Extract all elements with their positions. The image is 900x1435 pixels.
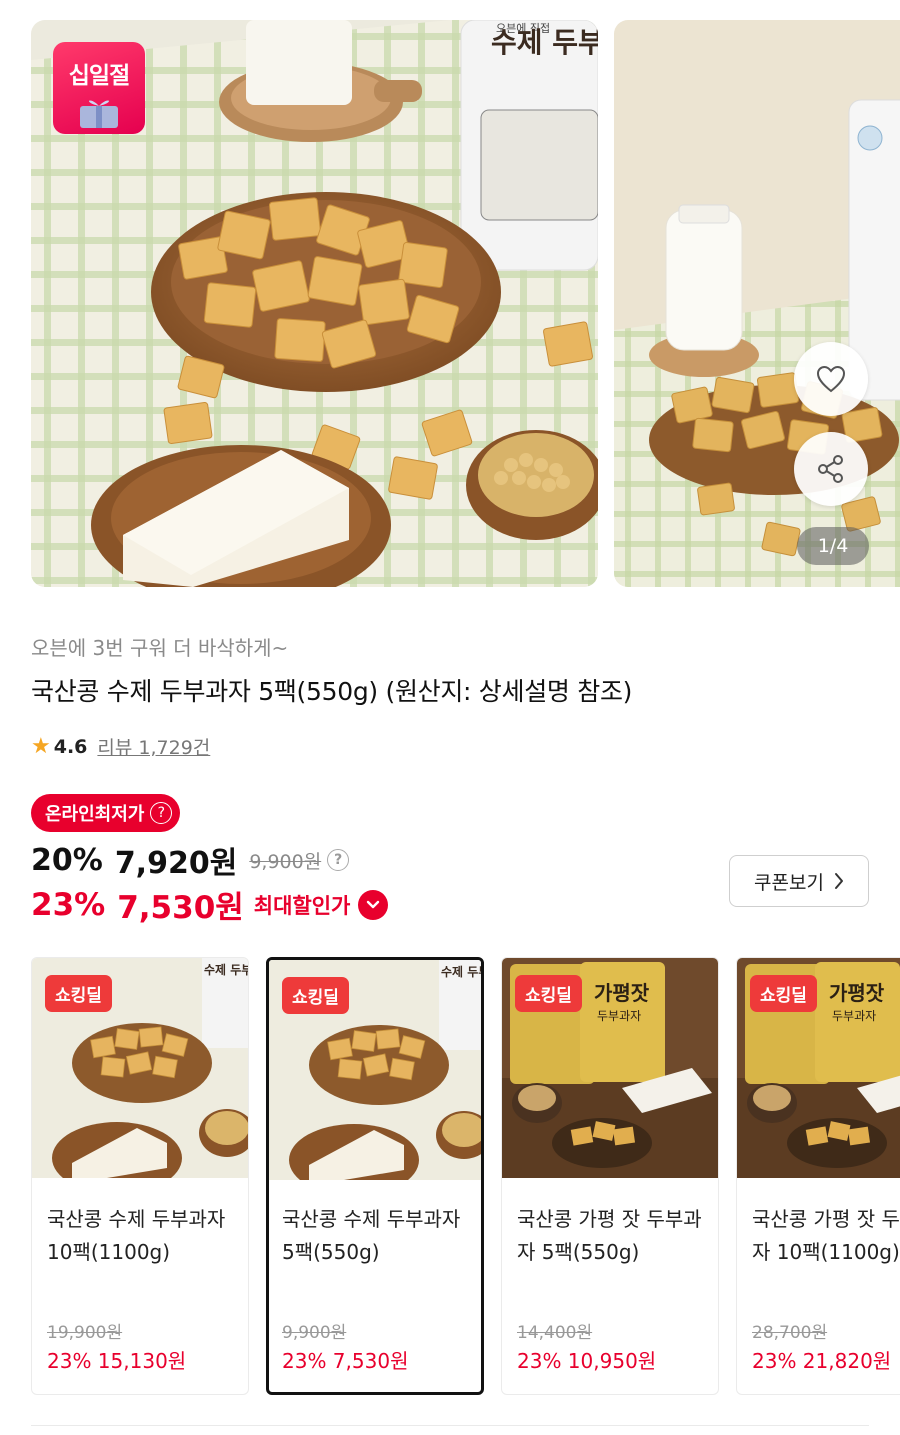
max-discount-price: 7,530원 — [117, 890, 244, 926]
package-sublabel: 두부과자 — [597, 1009, 641, 1023]
view-coupons-button[interactable]: 쿠폰보기 — [729, 855, 869, 907]
sale-event-badge: 십일절 — [53, 42, 145, 134]
option-card-selected[interactable]: 수제 두부 쇼킹딜 국산콩 수제 두부과자 5팩(550g) 9,9 — [266, 957, 484, 1395]
option-image: 수제 두부 쇼킹딜 — [269, 960, 481, 1180]
share-button[interactable] — [794, 432, 868, 506]
product-image-gallery[interactable]: 오븐에 직접 수제 두부 십일절 1/4 — [31, 20, 900, 587]
image-counter: 1/4 — [797, 527, 869, 565]
product-title: 국산콩 수제 두부과자 5팩(550g) (원산지: 상세설명 참조) — [31, 677, 633, 706]
option-price: 23% 15,130원 — [47, 1349, 187, 1373]
heart-icon — [816, 365, 846, 393]
max-discount-label: 최대할인가 — [253, 893, 351, 918]
star-icon: ★ — [31, 734, 51, 759]
option-original-price: 19,900원 — [47, 1323, 123, 1343]
package-label: 가평잣 — [594, 981, 650, 1005]
original-price: 9,900원 — [249, 850, 322, 873]
option-price: 23% 10,950원 — [517, 1349, 657, 1373]
shocking-deal-badge: 쇼킹딜 — [515, 975, 582, 1012]
rating-row: ★ 4.6 리뷰 1,729건 — [31, 733, 210, 760]
option-name: 국산콩 가평 잣 두부과자 5팩(550g) — [517, 1207, 702, 1264]
review-count-link[interactable]: 리뷰 1,729건 — [97, 733, 210, 760]
option-image: 수제 두부 쇼킹딜 — [32, 958, 248, 1178]
help-icon[interactable]: ? — [150, 802, 173, 824]
shocking-deal-badge: 쇼킹딜 — [282, 977, 349, 1014]
chevron-right-icon — [834, 873, 843, 889]
discount-percent: 20% — [31, 842, 103, 878]
product-image-2[interactable] — [614, 20, 900, 587]
package-sublabel: 두부과자 — [832, 1009, 876, 1023]
shocking-deal-badge: 쇼킹딜 — [45, 975, 112, 1012]
price-info-icon[interactable]: ? — [327, 849, 350, 871]
option-card[interactable]: 수제 두부 쇼킹딜 국산콩 수제 두부과자 10팩(1100g) 19,900원… — [31, 957, 249, 1395]
gift-icon — [80, 100, 118, 128]
rating-value: 4.6 — [53, 735, 88, 758]
lowest-price-label: 온라인최저가 — [45, 804, 145, 825]
option-card[interactable]: 가평잣 두부과자 쇼킹딜 국산콩 가평 잣 두부과자 10팩(1100g) 28… — [736, 957, 900, 1395]
option-price: 23% 7,530원 — [282, 1349, 409, 1373]
option-name: 국산콩 수제 두부과자 10팩(1100g) — [47, 1207, 226, 1264]
lowest-price-badge: 온라인최저가 ? — [31, 794, 181, 832]
tofu-crackers-photo-2 — [614, 20, 900, 587]
package-label: 수제 두부 — [204, 963, 248, 977]
option-price: 23% 21,820원 — [752, 1349, 892, 1373]
section-divider — [31, 1425, 869, 1426]
shocking-deal-badge: 쇼킹딜 — [750, 975, 817, 1012]
max-discount-row: 23% 7,530원 최대할인가 — [31, 882, 389, 927]
view-coupons-label: 쿠폰보기 — [754, 871, 824, 894]
sale-event-label: 십일절 — [68, 63, 130, 89]
option-original-price: 28,700원 — [752, 1323, 828, 1343]
max-discount-percent: 23% — [31, 886, 106, 923]
option-image: 가평잣 두부과자 쇼킹딜 — [502, 958, 718, 1178]
chevron-down-icon — [367, 900, 380, 908]
product-image-1[interactable]: 오븐에 직접 수제 두부 십일절 — [31, 20, 598, 587]
package-label: 수제 두부 — [441, 965, 481, 979]
option-name: 국산콩 가평 잣 두부과자 10팩(1100g) — [752, 1207, 900, 1264]
expand-discount-button[interactable] — [358, 889, 389, 920]
option-original-price: 9,900원 — [282, 1323, 347, 1343]
product-subtitle: 오븐에 3번 구워 더 바삭하게~ — [31, 636, 289, 660]
price-row: 20% 7,920원 9,900원 ? — [31, 838, 350, 882]
product-options-carousel[interactable]: 수제 두부 쇼킹딜 국산콩 수제 두부과자 10팩(1100g) 19,900원… — [31, 957, 900, 1397]
share-icon — [818, 455, 843, 483]
option-card[interactable]: 가평잣 두부과자 쇼킹딜 국산콩 가평 잣 두부과자 5팩(550g) 14,4… — [501, 957, 719, 1395]
option-name: 국산콩 수제 두부과자 5팩(550g) — [282, 1207, 461, 1264]
sale-price: 7,920원 — [114, 846, 238, 881]
option-original-price: 14,400원 — [517, 1323, 593, 1343]
package-label: 가평잣 — [829, 981, 885, 1005]
package-label: 수제 두부 — [491, 26, 598, 59]
option-image: 가평잣 두부과자 쇼킹딜 — [737, 958, 900, 1178]
wishlist-button[interactable] — [794, 342, 868, 416]
